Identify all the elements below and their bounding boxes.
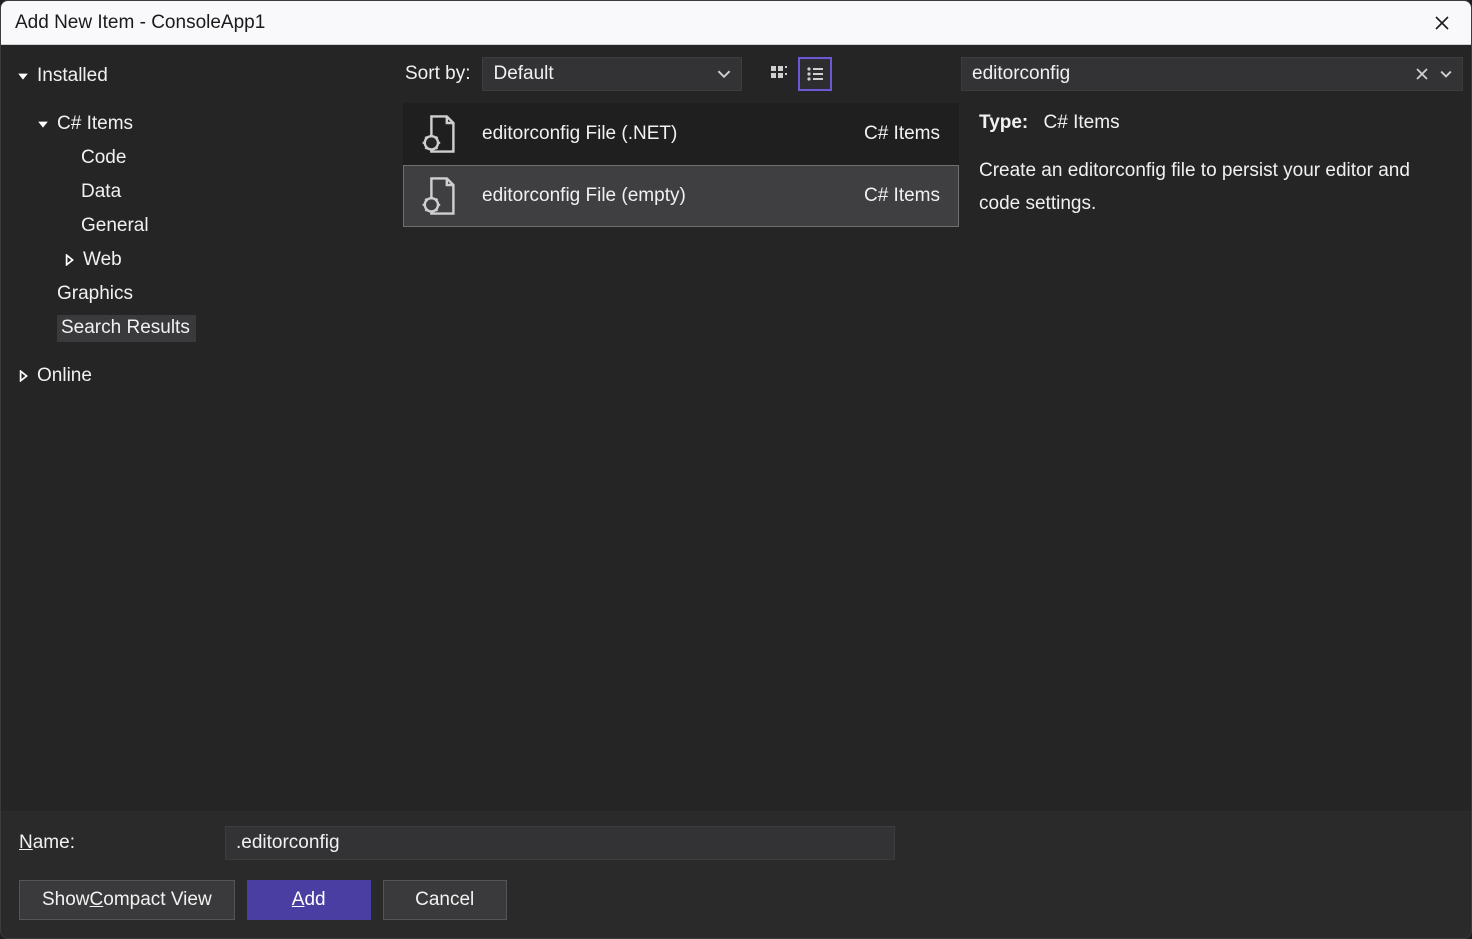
config-file-icon xyxy=(416,112,460,156)
detail-type-line: Type: C# Items xyxy=(979,107,1453,139)
window-title: Add New Item - ConsoleApp1 xyxy=(15,12,1423,34)
tree-label: Data xyxy=(81,181,121,203)
tree-item-online[interactable]: Online xyxy=(1,359,401,393)
show-compact-view-button[interactable]: Show Compact View xyxy=(19,880,235,920)
tree-label: Graphics xyxy=(57,283,133,305)
dialog-window: Add New Item - ConsoleApp1 Installed C# … xyxy=(0,0,1472,939)
filename-input[interactable] xyxy=(225,826,895,860)
center-toolbar: Sort by: Default xyxy=(401,57,961,103)
tree-item-installed[interactable]: Installed xyxy=(1,59,401,93)
close-icon xyxy=(1434,15,1450,31)
close-button[interactable] xyxy=(1423,7,1461,39)
sortby-dropdown[interactable]: Default xyxy=(482,57,742,91)
tree-item-search-results[interactable]: Search Results xyxy=(1,311,401,345)
add-button[interactable]: Add xyxy=(247,880,371,920)
template-category: C# Items xyxy=(864,123,940,145)
view-mode-group xyxy=(762,57,832,91)
search-box[interactable] xyxy=(961,57,1463,91)
tree-item-graphics[interactable]: Graphics xyxy=(1,277,401,311)
template-category: C# Items xyxy=(864,185,940,207)
type-value: C# Items xyxy=(1044,112,1120,133)
template-name: editorconfig File (.NET) xyxy=(482,123,842,145)
category-tree: Installed C# Items Code Data General Web xyxy=(1,45,401,811)
tree-label: Installed xyxy=(37,65,108,87)
caret-right-icon xyxy=(61,252,77,268)
type-label: Type: xyxy=(979,112,1028,133)
grid-icon xyxy=(769,64,789,84)
close-icon xyxy=(1415,67,1429,81)
main-area: Installed C# Items Code Data General Web xyxy=(1,45,1471,811)
details-panel: Type: C# Items Create an editorconfig fi… xyxy=(961,45,1471,811)
tree-label: Online xyxy=(37,365,92,387)
tree-item-web[interactable]: Web xyxy=(1,243,401,277)
action-row: Show Compact View Add Cancel xyxy=(19,880,1453,920)
template-list: editorconfig File (.NET) C# Items editor… xyxy=(401,103,961,811)
caret-down-icon xyxy=(15,68,31,84)
template-row[interactable]: editorconfig File (.NET) C# Items xyxy=(403,103,959,165)
caret-right-icon xyxy=(15,368,31,384)
tree-label: C# Items xyxy=(57,113,133,135)
tree-item-code[interactable]: Code xyxy=(1,141,401,175)
spacer xyxy=(1,93,401,107)
sortby-value: Default xyxy=(493,63,717,85)
template-name: editorconfig File (empty) xyxy=(482,185,842,207)
search-input[interactable] xyxy=(972,63,1410,85)
tree-item-csharp-items[interactable]: C# Items xyxy=(1,107,401,141)
tree-item-data[interactable]: Data xyxy=(1,175,401,209)
template-details: Type: C# Items Create an editorconfig fi… xyxy=(961,105,1471,220)
bottom-bar: Name: Show Compact View Add Cancel xyxy=(1,811,1471,938)
name-row: Name: xyxy=(19,826,1453,860)
center-panel: Sort by: Default xyxy=(401,45,961,811)
template-row[interactable]: editorconfig File (empty) C# Items xyxy=(403,165,959,227)
view-grid-button[interactable] xyxy=(762,57,796,91)
sortby-label: Sort by: xyxy=(405,63,470,85)
tree-label: General xyxy=(81,215,149,237)
chevron-down-icon xyxy=(717,67,731,81)
template-description: Create an editorconfig file to persist y… xyxy=(979,155,1453,220)
name-label: Name: xyxy=(19,832,209,854)
tree-label: Web xyxy=(83,249,122,271)
tree-label: Code xyxy=(81,147,126,169)
cancel-button[interactable]: Cancel xyxy=(383,880,507,920)
tree-label: Search Results xyxy=(57,315,196,342)
titlebar: Add New Item - ConsoleApp1 xyxy=(1,1,1471,45)
clear-search-button[interactable] xyxy=(1410,60,1434,88)
config-file-icon xyxy=(416,174,460,218)
chevron-down-icon xyxy=(1440,68,1452,80)
spacer xyxy=(1,345,401,359)
view-list-button[interactable] xyxy=(798,57,832,91)
search-options-button[interactable] xyxy=(1434,60,1458,88)
caret-down-icon xyxy=(35,116,51,132)
list-icon xyxy=(805,64,825,84)
tree-item-general[interactable]: General xyxy=(1,209,401,243)
